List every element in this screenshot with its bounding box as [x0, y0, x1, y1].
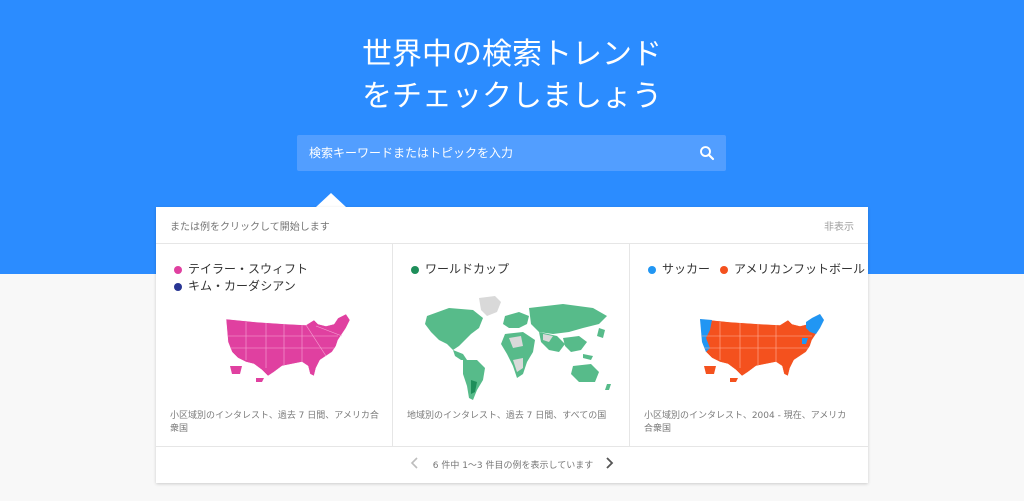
pager-status: 6 件中 1〜3 件目の例を表示しています [432, 461, 594, 471]
examples-prompt: または例をクリックして開始します [170, 222, 330, 233]
example-legend: テイラー・スウィフト キム・カーダシアン [174, 261, 308, 295]
search-input[interactable] [297, 135, 677, 171]
examples-list: テイラー・スウィフト キム・カーダシアン 小区域別のインタレスト、過去 7 日間… [156, 244, 868, 446]
example-legend: ワールドカップ [411, 261, 509, 278]
series-color-dot [174, 282, 182, 291]
examples-panel: または例をクリックして開始します 非表示 テイラー・スウィフト キム・カーダシア… [156, 207, 868, 483]
us-map-icon [699, 313, 825, 382]
hide-examples-link[interactable]: 非表示 [824, 218, 854, 233]
search-term-label: ワールドカップ [425, 262, 510, 276]
example-caption: 地域別のインタレスト、過去 7 日間、すべての国 [407, 411, 607, 421]
example-legend: サッカー アメリカンフットボール [648, 261, 875, 278]
hero-headline: 世界中の検索トレンド をチェックしましょう [0, 34, 1024, 118]
series-color-dot [174, 265, 182, 274]
chevron-right-icon[interactable] [604, 457, 614, 472]
example-caption: 小区域別のインタレスト、過去 7 日間、アメリカ合衆国 [170, 411, 379, 434]
search-term-label: アメリカンフットボール [734, 262, 866, 276]
examples-panel-header: または例をクリックして開始します 非表示 [156, 207, 868, 244]
examples-pager: 6 件中 1〜3 件目の例を表示しています [156, 446, 868, 483]
hero-title-line2: をチェックしましょう [362, 79, 662, 114]
world-map-icon [425, 296, 611, 400]
example-card-football[interactable]: サッカー アメリカンフットボール 小区域別のインタレスト、2004 - 現在、ア… [630, 244, 868, 446]
series-color-dot [720, 265, 729, 274]
example-card-world-cup[interactable]: ワールドカップ 地域別のインタレスト、過去 7 日間、すべての国 [393, 244, 630, 446]
search-term-label: テイラー・スウィフト [188, 262, 309, 276]
example-caption: 小区域別のインタレスト、2004 - 現在、アメリカ合衆国 [644, 411, 847, 434]
panel-pointer-arrow [316, 193, 346, 207]
search-box[interactable] [297, 135, 726, 171]
us-map-icon [225, 313, 351, 382]
series-color-dot [648, 265, 656, 274]
search-icon[interactable] [698, 144, 716, 162]
search-term-label: サッカー [662, 262, 711, 276]
example-card-celebrities[interactable]: テイラー・スウィフト キム・カーダシアン 小区域別のインタレスト、過去 7 日間… [156, 244, 393, 446]
chevron-left-icon[interactable] [410, 457, 420, 472]
series-color-dot [411, 265, 419, 274]
hero-title-line1: 世界中の検索トレンド [362, 37, 662, 72]
search-term-label: キム・カーダシアン [188, 279, 296, 293]
